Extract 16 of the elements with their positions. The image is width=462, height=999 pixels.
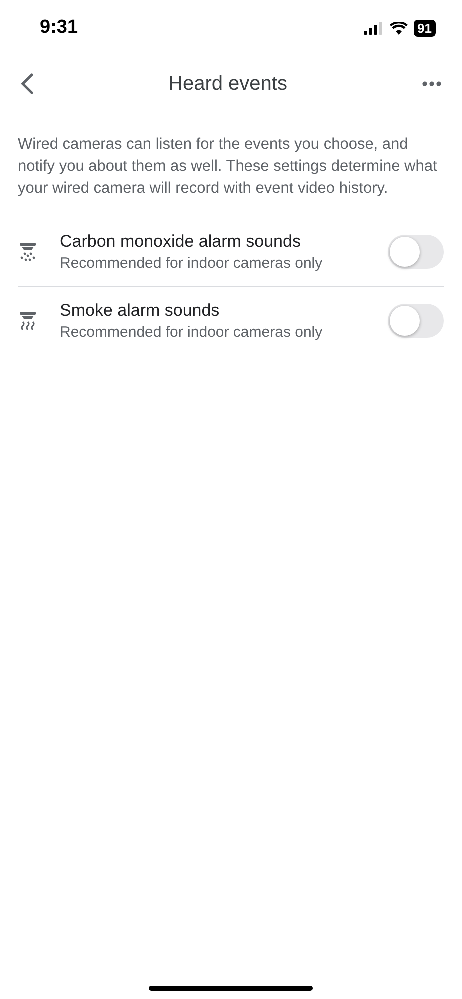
back-icon[interactable]	[20, 73, 34, 95]
setting-subtitle: Recommended for indoor cameras only	[60, 324, 324, 341]
smoke-detector-icon	[18, 311, 38, 331]
status-time: 9:31	[40, 17, 78, 39]
toggle-switch[interactable]	[388, 235, 444, 269]
more-icon[interactable]	[422, 81, 442, 87]
battery-level: 91	[414, 20, 436, 36]
setting-subtitle: Recommended for indoor cameras only	[60, 255, 324, 272]
signal-icon	[364, 22, 384, 34]
co-detector-icon	[18, 242, 38, 262]
toggle-switch[interactable]	[388, 304, 444, 338]
wifi-icon	[390, 22, 408, 34]
page-title: Heard events	[168, 72, 288, 96]
description-text: Wired cameras can listen for the events you choose, and notify you about them as well. These settings determine what your wired camera will record with event video history.	[18, 135, 438, 199]
setting-title: Smoke alarm sounds	[60, 301, 221, 321]
setting-title: Carbon monoxide alarm sounds	[60, 232, 302, 252]
